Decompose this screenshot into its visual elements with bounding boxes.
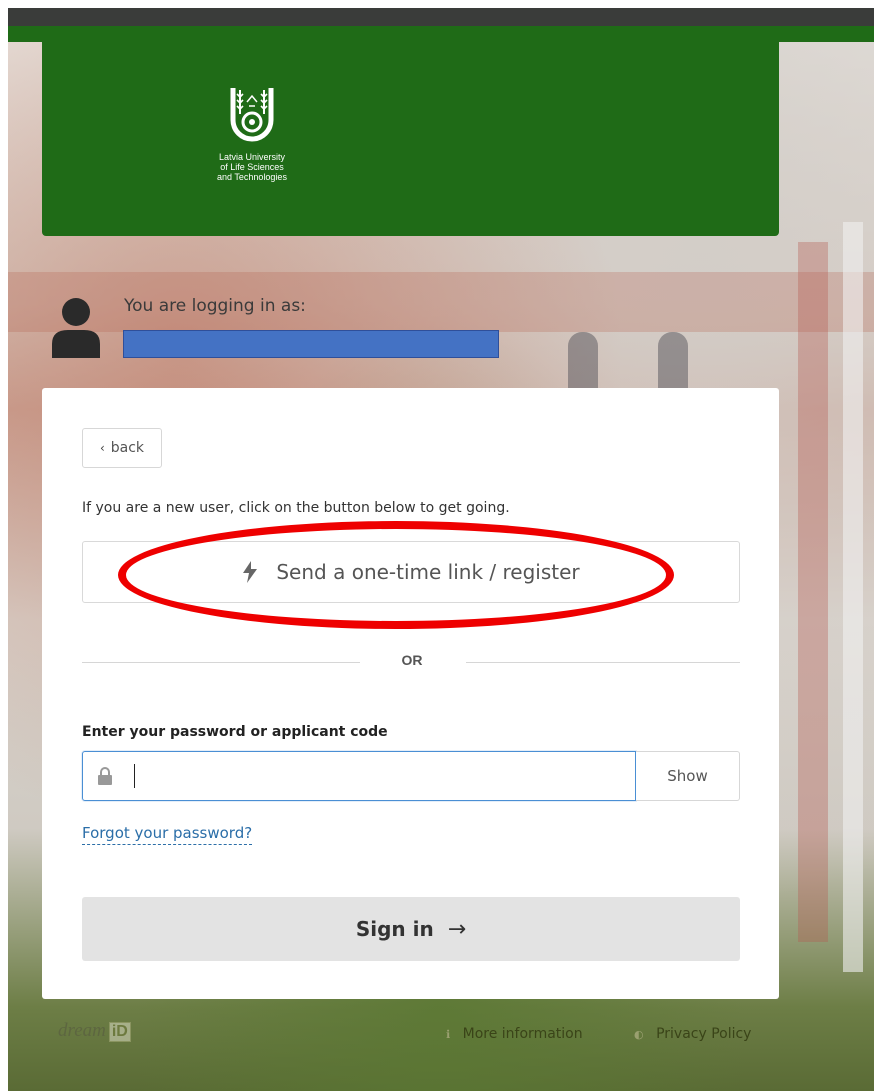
user-avatar-icon [52,298,100,358]
password-group: Show [82,751,740,801]
browser-top-bar [0,0,874,42]
back-button[interactable]: ‹ back [82,428,162,468]
university-name: Latvia University of Life Sciences and T… [192,152,312,182]
chevron-left-icon: ‹ [99,441,105,455]
back-label: back [110,440,145,456]
shield-icon: ◐ [634,1028,644,1041]
university-name-line: and Technologies [217,172,287,182]
lightning-bolt-icon [243,561,258,583]
logging-in-label: You are logging in as: [124,296,306,316]
redacted-email [123,330,499,358]
university-logo: Latvia University of Life Sciences and T… [192,84,312,214]
info-icon: ℹ [446,1028,451,1041]
more-information-link[interactable]: ℹ More information [446,1026,583,1042]
dreamid-logo: dream iD [58,1020,131,1042]
one-time-link-label: Send a one-time link / register [276,560,580,584]
university-emblem-icon [230,88,274,142]
privacy-policy-label: Privacy Policy [656,1026,752,1042]
top-green-strip [8,26,874,42]
or-divider: OR [82,652,740,672]
login-card: ‹ back If you are a new user, click on t… [42,388,779,999]
university-header: Latvia University of Life Sciences and T… [42,42,779,236]
forgot-password-link[interactable]: Forgot your password? [82,824,253,845]
one-time-link-button[interactable]: Send a one-time link / register [82,541,740,603]
footer: dream iD ℹ More information ◐ Privacy Pol… [42,1020,779,1050]
current-user: You are logging in as: [50,296,510,366]
divider-line [82,662,360,663]
background-pillar [843,222,863,972]
university-name-line: Latvia University [218,152,286,162]
divider-line [466,662,740,663]
dreamid-word: dream [58,1020,106,1041]
new-user-intro: If you are a new user, click on the butt… [82,500,510,516]
more-information-label: More information [462,1026,583,1042]
background-pillar [798,242,828,942]
dreamid-badge: iD [108,1022,131,1042]
privacy-policy-link[interactable]: ◐ Privacy Policy [634,1026,751,1042]
text-caret [134,764,135,788]
top-dark-strip [8,8,874,26]
lock-icon [98,767,112,785]
arrow-right-icon: → [447,916,467,942]
or-label: OR [401,652,423,668]
background-window [658,332,688,392]
sign-in-label: Sign in [355,917,434,941]
password-field[interactable] [82,751,636,801]
show-password-button[interactable]: Show [636,751,740,801]
background-window [568,332,598,392]
password-label: Enter your password or applicant code [82,724,388,740]
sign-in-button[interactable]: Sign in → [82,897,740,961]
university-name-line: of Life Sciences [220,162,284,172]
